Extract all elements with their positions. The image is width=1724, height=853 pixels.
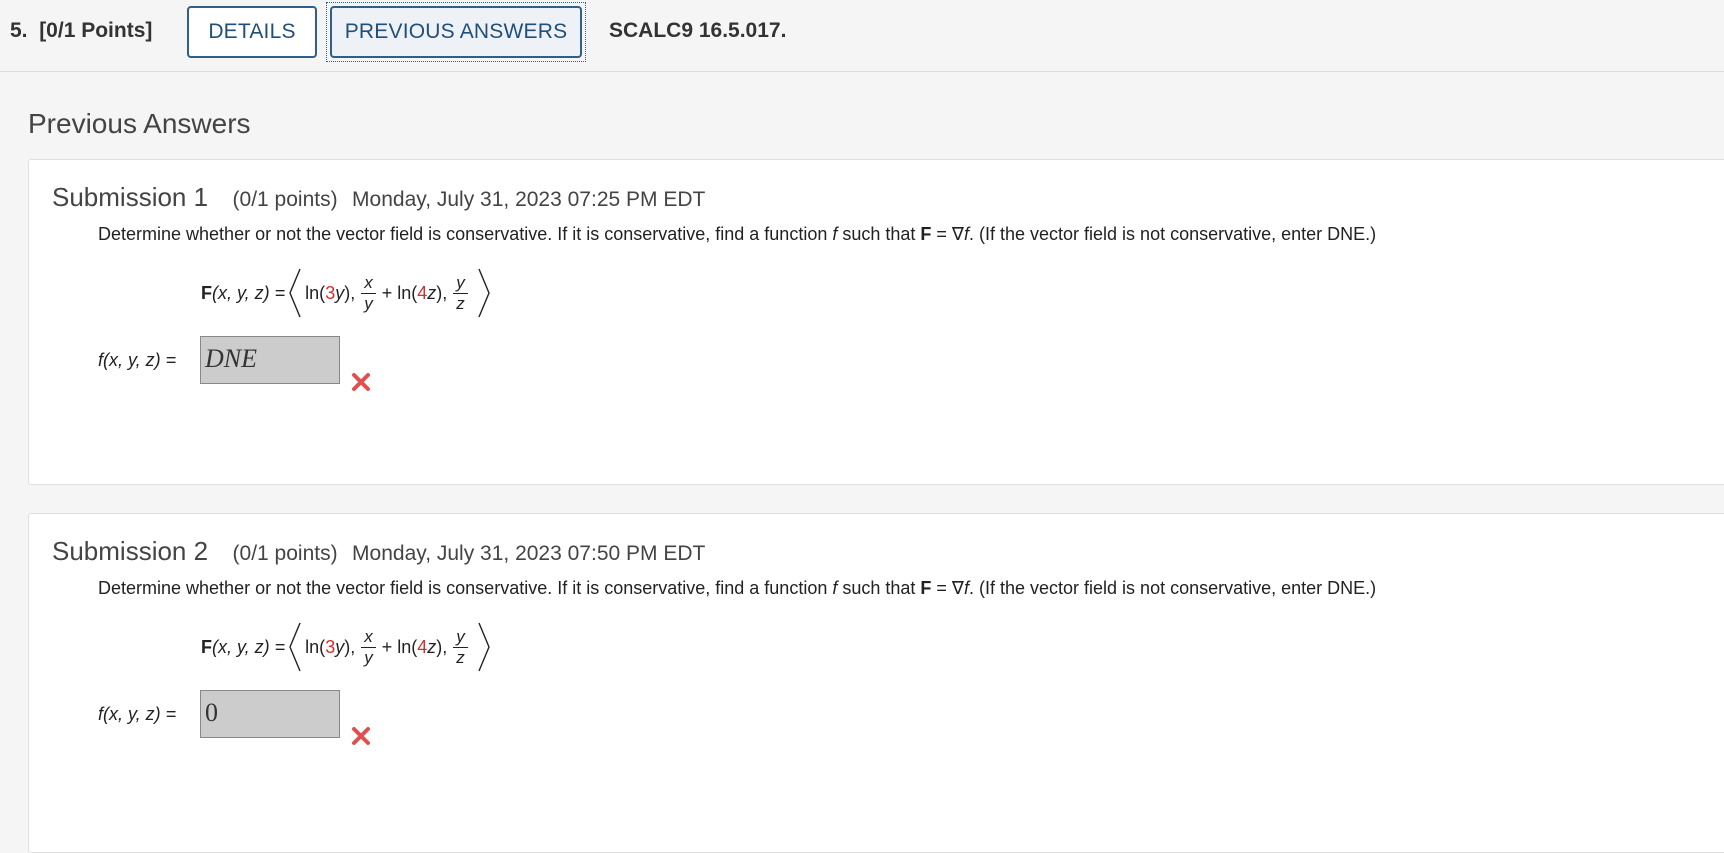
submission-points: (0/1 points) [232,188,338,211]
fraction: xy [361,273,376,314]
submission-date: Monday, July 31, 2023 07:50 PM EDT [352,542,706,565]
fraction: yz [453,273,468,314]
section-title: Previous Answers [28,108,251,139]
left-angle-bracket [289,268,301,318]
vector-field-formula: F (x, y, z) = ln(3 y), xy + ln(4 z), yz [201,262,494,324]
submission-title: Submission 2 [52,536,209,566]
submission-card: Submission 2 (0/1 points) Monday, July 3… [28,513,1724,853]
answer-label: f(x, y, z) = [98,704,177,724]
incorrect-icon [352,373,370,391]
vector-field-formula: F (x, y, z) = ln(3 y), xy + ln(4 z), yz [201,616,494,678]
answer-field: 0 [200,690,340,738]
incorrect-icon [352,727,370,745]
submission-header: Submission 1 (0/1 points) Monday, July 3… [52,182,705,213]
question-number: 5. [0/1 Points] [10,19,153,42]
fraction: xy [361,627,376,668]
submission-header: Submission 2 (0/1 points) Monday, July 3… [52,536,705,567]
answer-label: f(x, y, z) = [98,350,177,370]
question-text: Determine whether or not the vector fiel… [98,578,1377,598]
question-code: SCALC9 16.5.017. [609,19,787,42]
right-angle-bracket [478,268,490,318]
fraction: yz [453,627,468,668]
submission-card: Submission 1 (0/1 points) Monday, July 3… [28,159,1724,485]
submission-date: Monday, July 31, 2023 07:25 PM EDT [352,188,706,211]
question-text: Determine whether or not the vector fiel… [98,224,1377,244]
submission-points: (0/1 points) [232,542,338,565]
left-angle-bracket [289,622,301,672]
answer-field: DNE [200,336,340,384]
details-button[interactable]: DETAILS [187,6,317,58]
previous-answers-button[interactable]: PREVIOUS ANSWERS [330,6,582,58]
submission-title: Submission 1 [52,182,209,212]
question-header: 5. [0/1 Points] DETAILS PREVIOUS ANSWERS… [0,0,1724,72]
right-angle-bracket [478,622,490,672]
